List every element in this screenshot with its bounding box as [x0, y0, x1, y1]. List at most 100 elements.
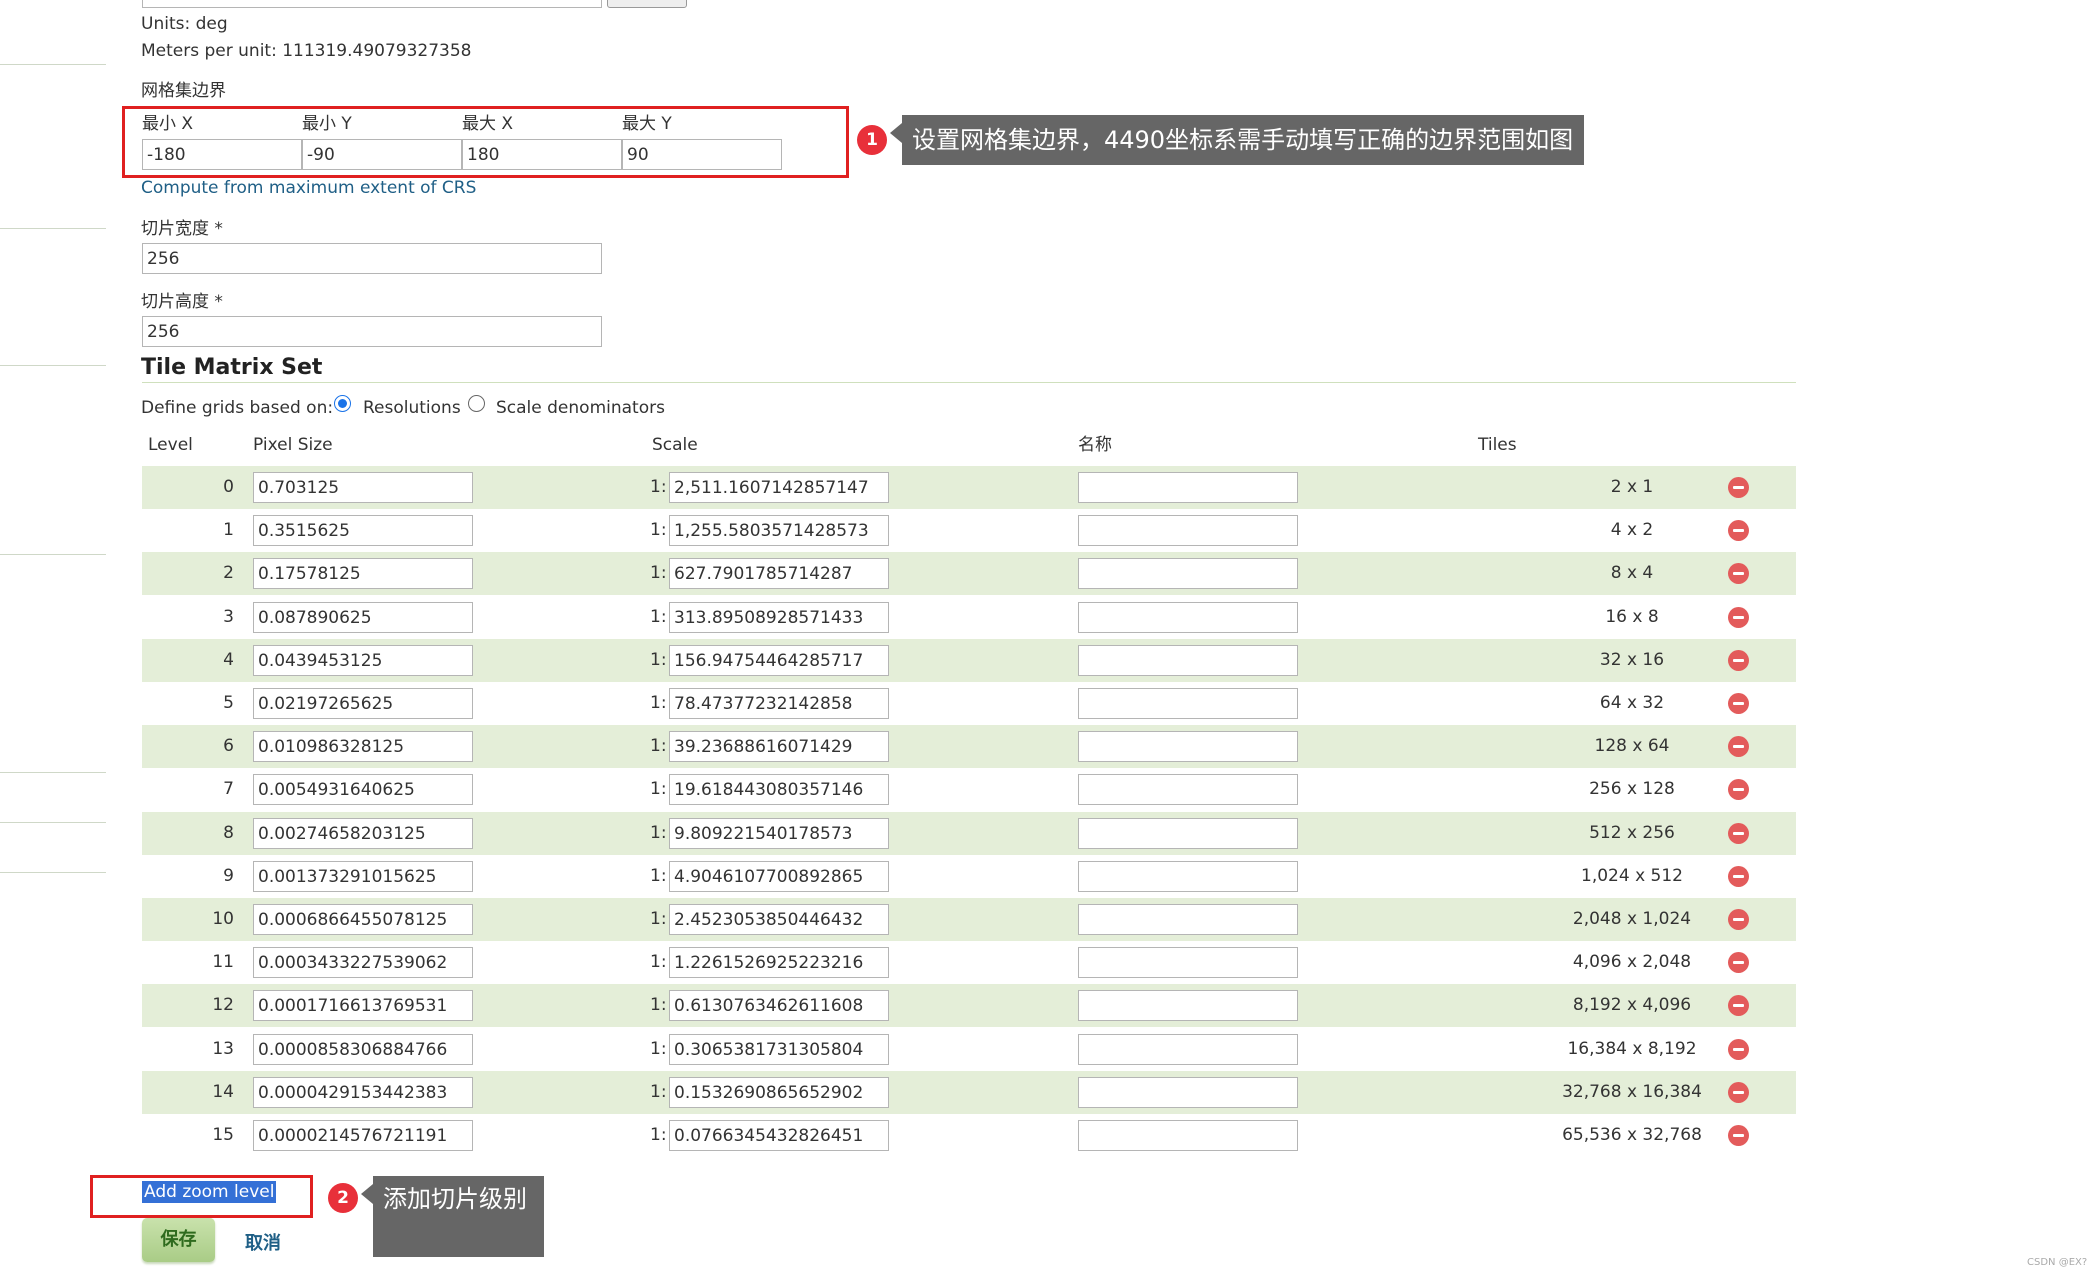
- tiles-cell: 4,096 x 2,048: [1572, 952, 1692, 972]
- remove-row-icon[interactable]: [1728, 1039, 1749, 1060]
- pixel-size-input[interactable]: [253, 947, 473, 978]
- remove-row-icon[interactable]: [1728, 607, 1749, 628]
- pixel-size-input[interactable]: [253, 904, 473, 935]
- remove-row-icon[interactable]: [1728, 650, 1749, 671]
- name-input[interactable]: [1078, 558, 1298, 589]
- remove-row-icon[interactable]: [1728, 1082, 1749, 1103]
- scale-input[interactable]: [669, 947, 889, 978]
- pixel-size-input[interactable]: [253, 1034, 473, 1065]
- remove-row-icon[interactable]: [1728, 563, 1749, 584]
- minx-input[interactable]: [142, 139, 302, 170]
- tiles-cell: 1,024 x 512: [1581, 866, 1683, 886]
- scale-input[interactable]: [669, 731, 889, 762]
- name-input[interactable]: [1078, 602, 1298, 633]
- name-input[interactable]: [1078, 1077, 1298, 1108]
- tiles-cell: 32 x 16: [1599, 650, 1665, 670]
- scale-input[interactable]: [669, 818, 889, 849]
- pixel-size-input[interactable]: [253, 774, 473, 805]
- remove-row-icon[interactable]: [1728, 952, 1749, 973]
- scale-prefix: 1:: [650, 866, 667, 886]
- pixel-size-input[interactable]: [253, 558, 473, 589]
- remove-row-icon[interactable]: [1728, 1125, 1749, 1146]
- name-input[interactable]: [1078, 472, 1298, 503]
- tiles-cell: 2 x 1: [1610, 477, 1654, 497]
- scale-input[interactable]: [669, 558, 889, 589]
- scale-input[interactable]: [669, 688, 889, 719]
- tile-height-input[interactable]: [142, 316, 602, 347]
- save-button[interactable]: 保存: [142, 1218, 215, 1262]
- scale-prefix: 1:: [650, 1039, 667, 1059]
- level-cell: 0: [223, 477, 234, 497]
- remove-row-icon[interactable]: [1728, 736, 1749, 757]
- scale-input[interactable]: [669, 602, 889, 633]
- name-input[interactable]: [1078, 688, 1298, 719]
- radio-resolutions[interactable]: [334, 395, 351, 412]
- pixel-size-input[interactable]: [253, 861, 473, 892]
- cancel-link[interactable]: 取消: [245, 1229, 281, 1255]
- name-input[interactable]: [1078, 774, 1298, 805]
- col-pixel-header: Pixel Size: [253, 435, 333, 455]
- remove-row-icon[interactable]: [1728, 995, 1749, 1016]
- table-row: 3 1: 16 x 8: [142, 596, 1796, 639]
- pixel-size-input[interactable]: [253, 818, 473, 849]
- add-zoom-level-link[interactable]: Add zoom level: [142, 1181, 277, 1203]
- miny-input[interactable]: [302, 139, 462, 170]
- scale-input[interactable]: [669, 1077, 889, 1108]
- remove-row-icon[interactable]: [1728, 866, 1749, 887]
- table-row: 6 1: 128 x 64: [142, 725, 1796, 768]
- pixel-size-input[interactable]: [253, 1120, 473, 1151]
- remove-row-icon[interactable]: [1728, 520, 1749, 541]
- scale-input[interactable]: [669, 1034, 889, 1065]
- tiles-cell: 8 x 4: [1610, 563, 1654, 583]
- scale-input[interactable]: [669, 645, 889, 676]
- name-input[interactable]: [1078, 731, 1298, 762]
- table-row: 7 1: 256 x 128: [142, 768, 1796, 811]
- level-cell: 2: [223, 563, 234, 583]
- pixel-size-input[interactable]: [253, 688, 473, 719]
- name-input[interactable]: [1078, 1034, 1298, 1065]
- pixel-size-input[interactable]: [253, 515, 473, 546]
- scale-input[interactable]: [669, 472, 889, 503]
- scale-prefix: 1:: [650, 952, 667, 972]
- remove-row-icon[interactable]: [1728, 909, 1749, 930]
- units-text: Units: deg: [141, 14, 228, 34]
- scale-input[interactable]: [669, 990, 889, 1021]
- tile-width-input[interactable]: [142, 243, 602, 274]
- callout-pointer: [361, 1184, 373, 1204]
- maxx-input[interactable]: [462, 139, 622, 170]
- scale-input[interactable]: [669, 774, 889, 805]
- pixel-size-input[interactable]: [253, 602, 473, 633]
- scale-input[interactable]: [669, 515, 889, 546]
- remove-row-icon[interactable]: [1728, 823, 1749, 844]
- table-row: 2 1: 8 x 4: [142, 552, 1796, 595]
- compute-extent-link[interactable]: Compute from maximum extent of CRS: [141, 178, 476, 198]
- crs-input-partial[interactable]: [142, 0, 602, 8]
- name-input[interactable]: [1078, 515, 1298, 546]
- pixel-size-input[interactable]: [253, 645, 473, 676]
- pixel-size-input[interactable]: [253, 990, 473, 1021]
- pixel-size-input[interactable]: [253, 472, 473, 503]
- pixel-size-input[interactable]: [253, 1077, 473, 1108]
- miny-label: 最小 Y: [302, 114, 352, 134]
- name-input[interactable]: [1078, 947, 1298, 978]
- scale-input[interactable]: [669, 1120, 889, 1151]
- maxy-input[interactable]: [622, 139, 782, 170]
- crs-find-button-partial[interactable]: [607, 0, 687, 8]
- name-input[interactable]: [1078, 904, 1298, 935]
- scale-input[interactable]: [669, 861, 889, 892]
- name-input[interactable]: [1078, 818, 1298, 849]
- level-cell: 3: [223, 607, 234, 627]
- remove-row-icon[interactable]: [1728, 477, 1749, 498]
- pixel-size-input[interactable]: [253, 731, 473, 762]
- scale-input[interactable]: [669, 904, 889, 935]
- remove-row-icon[interactable]: [1728, 779, 1749, 800]
- name-input[interactable]: [1078, 1120, 1298, 1151]
- col-scale-header: Scale: [652, 435, 698, 455]
- name-input[interactable]: [1078, 861, 1298, 892]
- table-row: 15 1: 65,536 x 32,768: [142, 1114, 1796, 1157]
- name-input[interactable]: [1078, 990, 1298, 1021]
- scale-prefix: 1:: [650, 909, 667, 929]
- radio-scale-denominators[interactable]: [468, 395, 485, 412]
- remove-row-icon[interactable]: [1728, 693, 1749, 714]
- name-input[interactable]: [1078, 645, 1298, 676]
